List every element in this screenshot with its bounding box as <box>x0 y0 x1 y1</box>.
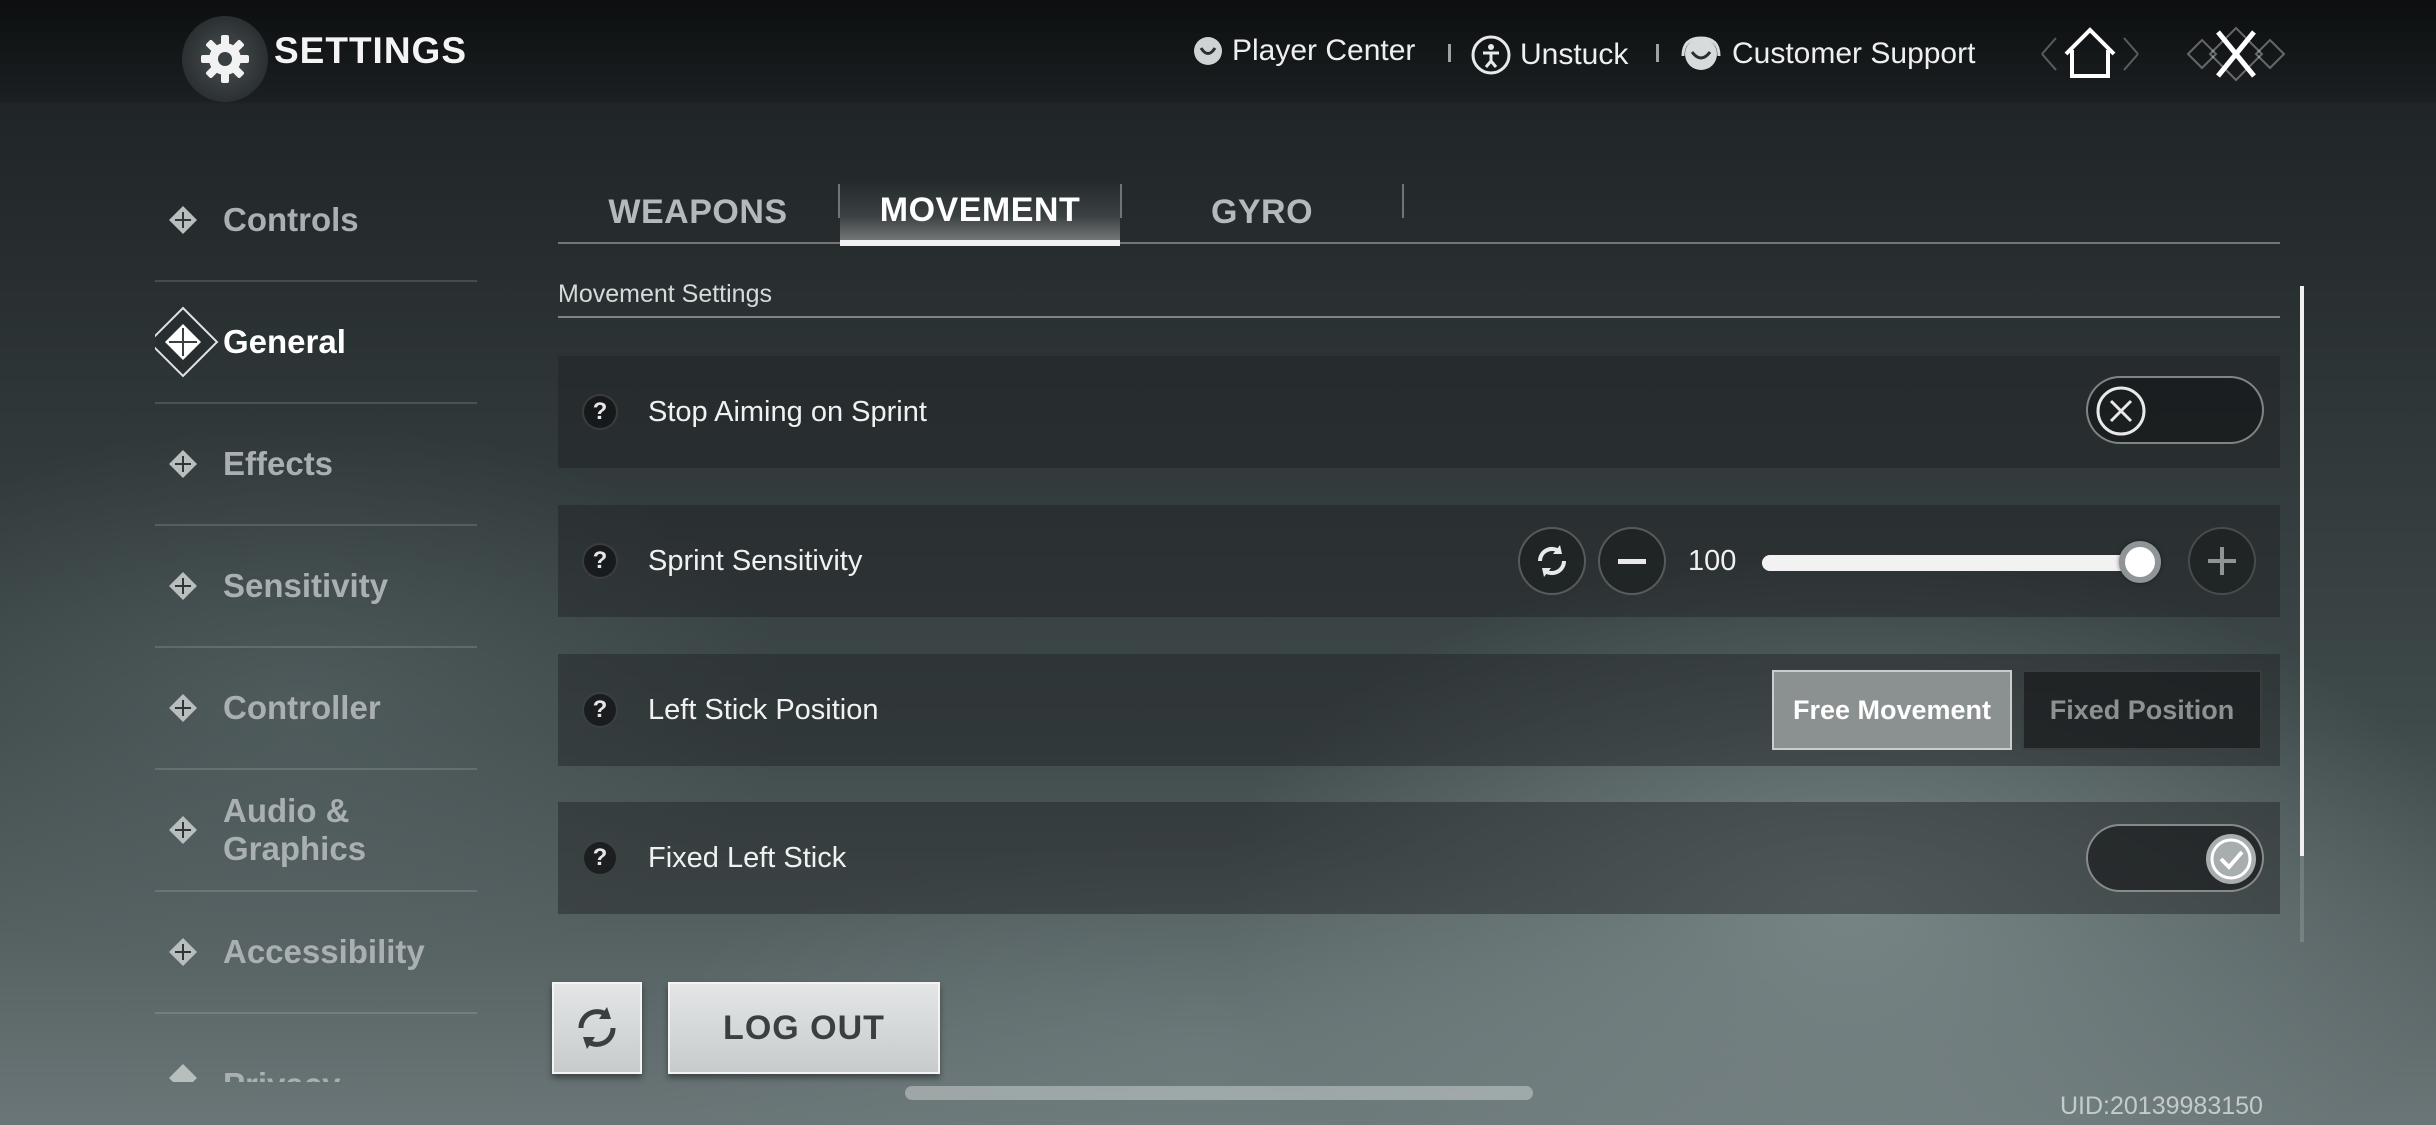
sidebar-item-label: General <box>223 323 346 360</box>
reset-button[interactable] <box>1518 527 1586 595</box>
setting-row-sprint-sensitivity: ? Sprint Sensitivity 100 <box>558 505 2280 617</box>
diamond-icon <box>163 1058 203 1082</box>
setting-row-fixed-left-stick: ? Fixed Left Stick <box>558 802 2280 914</box>
sidebar-item-label: Effects <box>223 445 334 482</box>
diamond-icon <box>163 932 203 972</box>
content-scrollbar[interactable] <box>2300 286 2304 942</box>
logout-button[interactable]: LOG OUT <box>668 982 940 1074</box>
sidebar-item-label: Sensitivity <box>223 567 389 604</box>
logout-label: LOG OUT <box>723 1008 885 1047</box>
customer-support-label: Customer Support <box>1732 37 1976 70</box>
sidebar-item-sensitivity[interactable]: Sensitivity <box>155 526 477 648</box>
reset-icon <box>1537 545 1567 577</box>
setting-label: Left Stick Position <box>648 693 879 726</box>
top-bar: SETTINGS Player Center Unstuck Customer … <box>0 0 2436 104</box>
nav-divider <box>1656 44 1659 62</box>
close-button[interactable] <box>2182 22 2290 86</box>
scrollbar-thumb[interactable] <box>2300 286 2304 856</box>
sidebar-item-audio-graphics[interactable]: Audio & Graphics <box>155 770 477 892</box>
home-icon <box>2041 27 2139 78</box>
sidebar-item-label: Audio & Graphics <box>223 792 367 867</box>
slider-thumb[interactable] <box>2119 541 2161 583</box>
home-button[interactable] <box>2036 22 2144 86</box>
increase-button[interactable] <box>2188 527 2256 595</box>
toggle-on-icon <box>2204 832 2258 886</box>
fixed-position-option[interactable]: Fixed Position <box>2022 670 2262 750</box>
sidebar-item-label: Controls <box>223 201 359 238</box>
sidebar-item-label: Privacy Settings <box>223 1066 477 1082</box>
setting-label: Sprint Sensitivity <box>648 544 863 577</box>
sidebar-item-label: Controller <box>223 689 381 726</box>
slider-fill <box>1762 555 2140 571</box>
setting-row-left-stick-position: ? Left Stick Position Free Movement Fixe… <box>558 654 2280 766</box>
uid-label: UID:20139983150 <box>2060 1092 2263 1120</box>
tab-weapons[interactable]: WEAPONS <box>558 180 838 244</box>
sprint-sensitivity-value: 100 <box>1688 545 1737 577</box>
player-center-link[interactable]: Player Center <box>1192 34 1415 68</box>
tab-movement[interactable]: MOVEMENT <box>840 180 1120 246</box>
setting-row-stop-aiming: ? Stop Aiming on Sprint <box>558 356 2280 468</box>
unstuck-link[interactable]: Unstuck <box>1470 34 1628 76</box>
home-indicator[interactable] <box>905 1086 1533 1100</box>
toggle-off-icon <box>2094 384 2148 438</box>
sidebar-item-label: Accessibility <box>223 933 425 970</box>
section-title: Movement Settings <box>558 280 772 308</box>
customer-support-link[interactable]: Customer Support <box>1678 34 1975 74</box>
sprint-sensitivity-slider[interactable] <box>1762 541 2161 583</box>
page-title: SETTINGS <box>274 30 468 71</box>
gear-icon <box>182 16 268 102</box>
minus-icon <box>1618 559 1646 564</box>
diamond-icon <box>163 688 203 728</box>
sidebar-item-privacy-settings[interactable]: Privacy Settings <box>155 1014 477 1082</box>
fixed-left-stick-toggle[interactable] <box>2086 824 2264 892</box>
player-center-icon <box>1194 37 1222 65</box>
player-center-label: Player Center <box>1232 34 1416 67</box>
setting-label: Fixed Left Stick <box>648 841 847 874</box>
setting-label: Stop Aiming on Sprint <box>648 395 927 428</box>
diamond-icon <box>163 566 203 606</box>
plus-icon <box>2208 547 2236 575</box>
tab-divider <box>1402 184 1404 218</box>
unstuck-label: Unstuck <box>1520 38 1629 71</box>
stop-aiming-toggle[interactable] <box>2086 376 2264 444</box>
sidebar-item-effects[interactable]: Effects <box>155 404 477 526</box>
diamond-icon <box>163 810 203 850</box>
diamond-icon <box>163 200 203 240</box>
customer-support-icon <box>1681 36 1721 70</box>
tab-gyro[interactable]: GYRO <box>1122 180 1402 244</box>
unstuck-icon <box>1471 35 1511 75</box>
decrease-button[interactable] <box>1598 527 1666 595</box>
help-icon[interactable]: ? <box>582 840 618 876</box>
diamond-icon <box>163 444 203 484</box>
reset-all-button[interactable] <box>552 982 642 1074</box>
close-icon <box>2186 26 2286 82</box>
free-movement-option[interactable]: Free Movement <box>1772 670 2012 750</box>
help-icon[interactable]: ? <box>582 394 618 430</box>
sidebar-item-controls[interactable]: Controls <box>155 160 477 282</box>
diamond-icon <box>155 306 219 378</box>
nav-divider <box>1448 44 1451 62</box>
help-icon[interactable]: ? <box>582 543 618 579</box>
tab-bar: WEAPONS MOVEMENT GYRO <box>558 180 2280 246</box>
sidebar-item-controller[interactable]: Controller <box>155 648 477 770</box>
sidebar-item-accessibility[interactable]: Accessibility <box>155 892 477 1014</box>
help-icon[interactable]: ? <box>582 692 618 728</box>
reset-icon <box>578 1007 616 1049</box>
sidebar: Controls General Effects Sensitivity Con… <box>155 160 477 1082</box>
sidebar-item-general[interactable]: General <box>155 282 477 404</box>
section-divider <box>558 316 2280 318</box>
